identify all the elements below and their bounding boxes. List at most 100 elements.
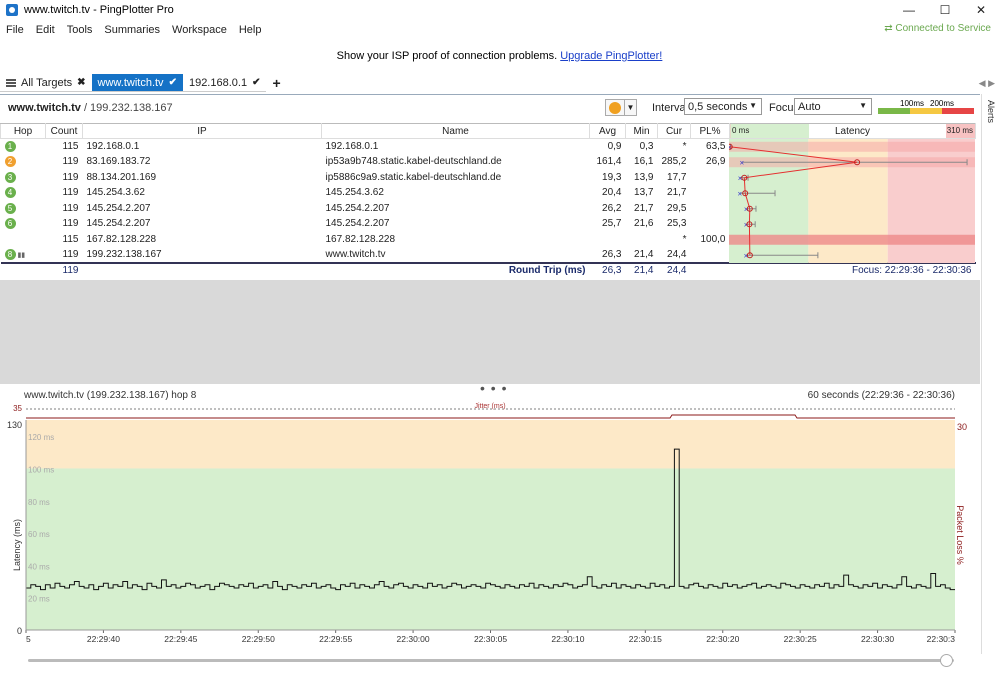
col-min[interactable]: Min <box>625 123 658 139</box>
jitter-line <box>26 414 955 419</box>
interval-label: Interval <box>652 102 689 114</box>
menu-workspace[interactable]: Workspace <box>166 24 233 36</box>
hop-badge: 8 <box>4 248 16 260</box>
tab-router[interactable]: 192.168.0.1 ✔ <box>182 74 267 92</box>
focus-select[interactable]: Auto ▼ <box>794 98 872 115</box>
y-grid-label: 60 ms <box>28 530 50 539</box>
count-cell: 115 <box>62 141 79 152</box>
menu-file[interactable]: File <box>0 24 30 36</box>
pingplotter-logo-icon <box>6 4 18 16</box>
col-pl[interactable]: PL% <box>690 123 730 139</box>
name-cell: ip53a9b748.static.kabel-deutschland.de <box>325 156 502 168</box>
close-button[interactable]: ✕ <box>963 0 999 20</box>
tab-scroll-arrows[interactable]: ◀ ▶ <box>979 78 995 89</box>
menu-edit[interactable]: Edit <box>30 24 61 36</box>
packet-loss-bar <box>729 234 975 245</box>
hop-cell <box>1 232 46 248</box>
bar-chart-icon[interactable]: ▮▮ <box>16 252 25 259</box>
col-cur[interactable]: Cur <box>657 123 691 139</box>
y-grid-label: 120 ms <box>28 433 54 442</box>
hop-badge: 6 <box>4 218 16 230</box>
col-ip[interactable]: IP <box>82 123 322 139</box>
latency-graph[interactable]: ××××××× <box>729 123 975 263</box>
promo-text: Show your ISP proof of connection proble… <box>336 50 558 62</box>
x-tick-label: 22:30:00 <box>397 634 430 644</box>
avg-cell: 25,7 <box>602 218 622 230</box>
avg-cell: 26,2 <box>602 202 622 214</box>
col-hop[interactable]: Hop <box>0 123 46 139</box>
ip-cell: 145.254.3.62 <box>86 187 145 199</box>
close-tab-icon[interactable]: ✖ <box>77 77 85 88</box>
pl-cell: 26,9 <box>706 156 726 168</box>
loss-axis-label: Packet Loss % <box>955 505 965 565</box>
add-tab-button[interactable]: + <box>266 74 286 92</box>
hop-cell: 5 <box>1 201 46 217</box>
hop-cell: 2 <box>1 154 46 170</box>
rt-cur: 24,4 <box>657 261 691 278</box>
min-cell: 13,7 <box>634 187 654 199</box>
upgrade-link[interactable]: Upgrade PingPlotter! <box>560 50 662 62</box>
timeline-scrollbar[interactable] <box>28 659 954 662</box>
target-name: www.twitch.tv <box>8 101 81 114</box>
interval-value: 0,5 seconds <box>688 100 748 113</box>
menu-tools[interactable]: Tools <box>61 24 99 36</box>
y-max-label: 130 <box>7 420 22 430</box>
tab-label: 192.168.0.1 <box>188 76 248 89</box>
name-cell: ip5886c9a9.static.kabel-deutschland.de <box>325 171 502 183</box>
min-cell: 21,6 <box>634 218 654 230</box>
minimize-button[interactable]: — <box>891 0 927 20</box>
empty-area <box>0 280 980 384</box>
menu-help[interactable]: Help <box>233 24 268 36</box>
name-cell: 167.82.128.228 <box>325 233 396 245</box>
menu-summaries[interactable]: Summaries <box>98 24 166 36</box>
min-marker: × <box>744 205 749 214</box>
rt-hop <box>0 261 46 278</box>
packet-loss-bar <box>729 141 975 152</box>
alerts-label[interactable]: Alerts <box>986 100 996 123</box>
loss-max-label: 30 <box>957 422 967 432</box>
ip-cell: 88.134.201.169 <box>86 171 157 183</box>
maximize-button[interactable]: ☐ <box>927 0 963 20</box>
rt-ip <box>82 261 322 278</box>
min-cell: 16,1 <box>634 156 654 168</box>
pl-cell <box>691 247 730 263</box>
x-tick-label: 22:30:05 <box>474 634 507 644</box>
interval-select[interactable]: 0,5 seconds ▼ <box>684 98 762 115</box>
y-grid-label: 40 ms <box>28 562 50 571</box>
pl-cell: 100,0 <box>700 233 726 245</box>
pause-button[interactable]: ▼ <box>605 99 637 116</box>
pause-icon <box>609 101 621 114</box>
x-tick-label: 22:30:20 <box>706 634 739 644</box>
col-avg[interactable]: Avg <box>589 123 626 139</box>
promo-banner: Show your ISP proof of connection proble… <box>0 50 999 62</box>
check-icon: ✔ <box>168 77 177 88</box>
target-tabs: All Targets ✖ www.twitch.tv ✔ 192.168.0.… <box>0 74 999 92</box>
avg-cell: 0,9 <box>607 141 622 152</box>
connection-status[interactable]: ⇄ Connected to Service <box>884 23 991 34</box>
y-grid-label: 100 ms <box>28 465 54 474</box>
cur-cell: 25,3 <box>667 218 687 230</box>
col-name[interactable]: Name <box>321 123 590 139</box>
count-cell: 119 <box>62 171 79 183</box>
count-cell: 115 <box>62 233 79 245</box>
splitter-handle[interactable]: • • • <box>480 380 507 396</box>
chevron-down-icon[interactable]: ▼ <box>624 100 636 115</box>
name-cell: 145.254.2.207 <box>325 218 390 230</box>
window-title: www.twitch.tv - PingPlotter Pro <box>24 4 174 16</box>
col-count[interactable]: Count <box>45 123 83 139</box>
x-tick-label: 22:30:10 <box>551 634 584 644</box>
timeline-chart[interactable]: Jitter (ms) 35 120 ms 100 ms 80 ms 60 ms 40 ms… <box>0 400 980 654</box>
cur-cell: 24,4 <box>667 248 687 260</box>
hop-badge: 3 <box>4 171 16 183</box>
rt-label: Round Trip (ms) <box>321 261 590 278</box>
rt-pl <box>690 261 730 278</box>
tab-twitch[interactable]: www.twitch.tv ✔ <box>91 74 183 92</box>
min-cell: 21,4 <box>634 248 654 260</box>
tab-all-targets[interactable]: All Targets ✖ <box>0 74 92 92</box>
alerts-panel[interactable] <box>981 94 999 654</box>
timeline-scroll-thumb[interactable] <box>940 654 953 667</box>
cur-cell: * <box>682 141 687 152</box>
jitter-max-label: 35 <box>13 404 22 413</box>
legend-200ms: 200ms <box>930 99 955 108</box>
ip-cell: 167.82.128.228 <box>86 233 157 245</box>
